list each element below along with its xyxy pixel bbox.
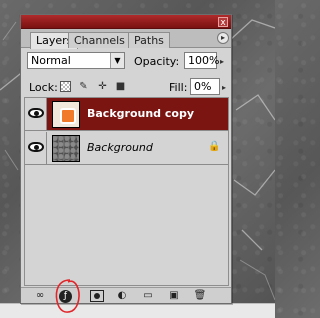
- visibility-toggle[interactable]: [25, 132, 47, 164]
- panel-titlebar[interactable]: x: [21, 15, 231, 29]
- chevron-down-icon[interactable]: ▼: [110, 53, 124, 68]
- fill-field[interactable]: 0%: [190, 78, 220, 95]
- opacity-label: Opacity:: [134, 55, 180, 68]
- panel-tabs: Layers Channels Paths ▸: [21, 29, 231, 49]
- layer-name[interactable]: Background: [87, 141, 153, 155]
- blend-mode-value: Normal: [31, 54, 71, 67]
- tab-channels[interactable]: Channels: [68, 32, 131, 48]
- close-icon[interactable]: x: [218, 17, 228, 28]
- fx-icon[interactable]: ƒ: [59, 290, 72, 303]
- group-icon[interactable]: ▭: [141, 290, 155, 302]
- delete-icon[interactable]: 🗑: [193, 290, 207, 302]
- lock-icon: 🔒: [208, 141, 221, 152]
- layer-row-background-copy[interactable]: Background copy: [25, 98, 228, 131]
- eye-icon: [28, 142, 44, 152]
- mask-icon[interactable]: [90, 290, 104, 302]
- fill-arrow-icon[interactable]: ▸: [222, 80, 226, 95]
- layer-thumbnail: [52, 101, 80, 128]
- visibility-toggle[interactable]: [25, 98, 47, 130]
- layer-name[interactable]: Background copy: [87, 107, 194, 121]
- lock-row: Lock: ✎ ✛ ■ Fill: 0% ▸: [21, 76, 231, 98]
- blend-row: Normal ▼ Opacity: 100% ▸: [21, 50, 231, 72]
- lock-label: Lock:: [29, 81, 58, 94]
- bottom-strip: [0, 303, 275, 318]
- panel-menu-icon[interactable]: ▸: [217, 32, 229, 44]
- new-layer-icon[interactable]: ▣: [167, 290, 181, 302]
- layers-toolbar: ∞ ƒ ◐ ▭ ▣ 🗑: [21, 287, 231, 303]
- fill-label: Fill:: [169, 81, 188, 94]
- layers-panel: x Layers Channels Paths ▸ Normal ▼ Opaci…: [20, 14, 232, 304]
- opacity-arrow-icon[interactable]: ▸: [220, 54, 224, 69]
- tab-paths[interactable]: Paths: [128, 32, 170, 48]
- lock-all-icon[interactable]: ■: [115, 81, 126, 92]
- layer-thumbnail: [52, 135, 80, 162]
- lock-position-icon[interactable]: ✛: [97, 81, 108, 92]
- blend-mode-select[interactable]: Normal ▼: [27, 52, 125, 69]
- link-icon[interactable]: ∞: [33, 290, 47, 302]
- adjustment-icon[interactable]: ◐: [115, 290, 129, 302]
- layers-list: Background copy Background 🔒: [24, 97, 229, 286]
- lock-image-brush-icon[interactable]: ✎: [78, 81, 89, 92]
- layer-row-background[interactable]: Background 🔒: [25, 132, 228, 165]
- opacity-field[interactable]: 100%: [184, 52, 219, 69]
- eye-icon: [28, 108, 44, 118]
- lock-transparent-icon[interactable]: [60, 81, 71, 92]
